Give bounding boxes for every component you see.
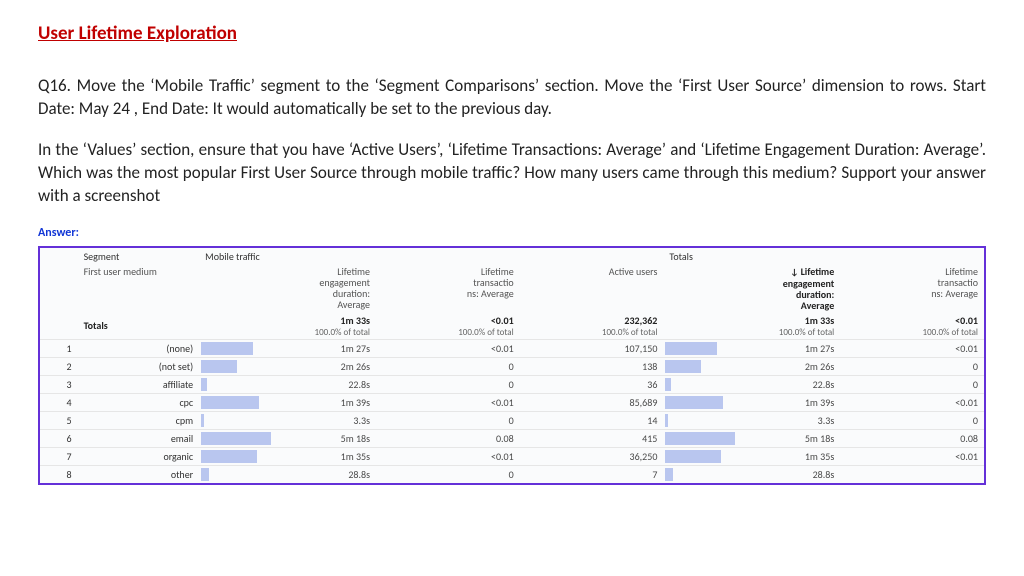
row-index: 3 bbox=[40, 375, 78, 393]
row-active-users: 36,250 bbox=[520, 447, 664, 465]
row-medium: cpm bbox=[78, 411, 200, 429]
row-active-users: 85,689 bbox=[520, 393, 664, 411]
segment-header-value: Mobile traffic bbox=[199, 248, 663, 264]
row-transactions-mobile: 0 bbox=[376, 411, 520, 429]
totals-c1: <0.01100.0% of total bbox=[376, 312, 520, 340]
row-engagement-mobile: 1m 39s bbox=[199, 393, 376, 411]
row-transactions-totals: 0 bbox=[840, 411, 984, 429]
row-engagement-mobile: 1m 27s bbox=[199, 339, 376, 357]
row-transactions-totals: <0.01 bbox=[840, 393, 984, 411]
row-transactions-totals: <0.01 bbox=[840, 447, 984, 465]
answer-label: Answer: bbox=[38, 226, 986, 240]
table-row: 4cpc1m 39s<0.0185,6891m 39s<0.01 bbox=[40, 393, 984, 411]
row-transactions-totals: <0.01 bbox=[840, 339, 984, 357]
row-index: 5 bbox=[40, 411, 78, 429]
totals-c4: <0.01100.0% of total bbox=[840, 312, 984, 340]
row-medium: other bbox=[78, 465, 200, 483]
col-lifetime-engagement-totals: Lifetimeengagementduration:Average bbox=[663, 264, 840, 312]
row-engagement-totals: 22.8s bbox=[663, 375, 840, 393]
row-engagement-mobile: 3.3s bbox=[199, 411, 376, 429]
row-index: 6 bbox=[40, 429, 78, 447]
col-active-users: Active users bbox=[520, 264, 664, 312]
row-active-users: 138 bbox=[520, 357, 664, 375]
dimension-label: First user medium bbox=[78, 264, 200, 312]
row-transactions-totals: 0.08 bbox=[840, 429, 984, 447]
row-active-users: 7 bbox=[520, 465, 664, 483]
row-medium: (none) bbox=[78, 339, 200, 357]
totals-c3: 1m 33s100.0% of total bbox=[663, 312, 840, 340]
row-active-users: 36 bbox=[520, 375, 664, 393]
row-transactions-mobile: 0 bbox=[376, 465, 520, 483]
question-paragraph-2: In the ‘Values’ section, ensure that you… bbox=[38, 139, 986, 208]
row-engagement-totals: 1m 39s bbox=[663, 393, 840, 411]
row-transactions-mobile: 0 bbox=[376, 375, 520, 393]
table-row: 5cpm3.3s0143.3s0 bbox=[40, 411, 984, 429]
col-lifetime-transactions-mobile: Lifetimetransactions: Average bbox=[376, 264, 520, 312]
row-medium: email bbox=[78, 429, 200, 447]
row-engagement-mobile: 28.8s bbox=[199, 465, 376, 483]
row-engagement-totals: 1m 35s bbox=[663, 447, 840, 465]
row-index: 7 bbox=[40, 447, 78, 465]
row-transactions-totals: 0 bbox=[840, 357, 984, 375]
row-transactions-mobile: <0.01 bbox=[376, 393, 520, 411]
totals-header: Totals bbox=[663, 248, 984, 264]
col-lifetime-transactions-totals: Lifetimetransactions: Average bbox=[840, 264, 984, 312]
table-row: 1(none)1m 27s<0.01107,1501m 27s<0.01 bbox=[40, 339, 984, 357]
row-medium: organic bbox=[78, 447, 200, 465]
row-transactions-mobile: 0 bbox=[376, 357, 520, 375]
row-engagement-mobile: 5m 18s bbox=[199, 429, 376, 447]
totals-row-label: Totals bbox=[78, 312, 200, 340]
col-lifetime-engagement-mobile: Lifetimeengagementduration:Average bbox=[199, 264, 376, 312]
row-active-users: 415 bbox=[520, 429, 664, 447]
row-index: 2 bbox=[40, 357, 78, 375]
row-engagement-mobile: 1m 35s bbox=[199, 447, 376, 465]
row-medium: cpc bbox=[78, 393, 200, 411]
row-transactions-mobile: <0.01 bbox=[376, 339, 520, 357]
row-transactions-mobile: 0.08 bbox=[376, 429, 520, 447]
table-row: 6email5m 18s0.084155m 18s0.08 bbox=[40, 429, 984, 447]
row-engagement-totals: 1m 27s bbox=[663, 339, 840, 357]
totals-c2: 232,362100.0% of total bbox=[520, 312, 664, 340]
analytics-screenshot: Segment Mobile traffic Totals First user… bbox=[38, 246, 986, 485]
row-index: 1 bbox=[40, 339, 78, 357]
row-transactions-totals bbox=[840, 465, 984, 483]
row-medium: affiliate bbox=[78, 375, 200, 393]
row-engagement-totals: 2m 26s bbox=[663, 357, 840, 375]
row-active-users: 107,150 bbox=[520, 339, 664, 357]
row-index: 8 bbox=[40, 465, 78, 483]
table-row: 7organic1m 35s<0.0136,2501m 35s<0.01 bbox=[40, 447, 984, 465]
row-index: 4 bbox=[40, 393, 78, 411]
table-row: 3affiliate22.8s03622.8s0 bbox=[40, 375, 984, 393]
row-engagement-mobile: 22.8s bbox=[199, 375, 376, 393]
row-transactions-totals: 0 bbox=[840, 375, 984, 393]
question-paragraph-1: Q16. Move the ‘Mobile Traffic’ segment t… bbox=[38, 75, 986, 121]
segment-header-label: Segment bbox=[78, 248, 200, 264]
table-row: 8other28.8s0728.8s bbox=[40, 465, 984, 483]
row-transactions-mobile: <0.01 bbox=[376, 447, 520, 465]
row-active-users: 14 bbox=[520, 411, 664, 429]
row-engagement-totals: 5m 18s bbox=[663, 429, 840, 447]
page-title: User Lifetime Exploration bbox=[38, 22, 986, 45]
row-engagement-totals: 3.3s bbox=[663, 411, 840, 429]
row-medium: (not set) bbox=[78, 357, 200, 375]
totals-c0: 1m 33s100.0% of total bbox=[199, 312, 376, 340]
row-engagement-totals: 28.8s bbox=[663, 465, 840, 483]
table-row: 2(not set)2m 26s01382m 26s0 bbox=[40, 357, 984, 375]
row-engagement-mobile: 2m 26s bbox=[199, 357, 376, 375]
